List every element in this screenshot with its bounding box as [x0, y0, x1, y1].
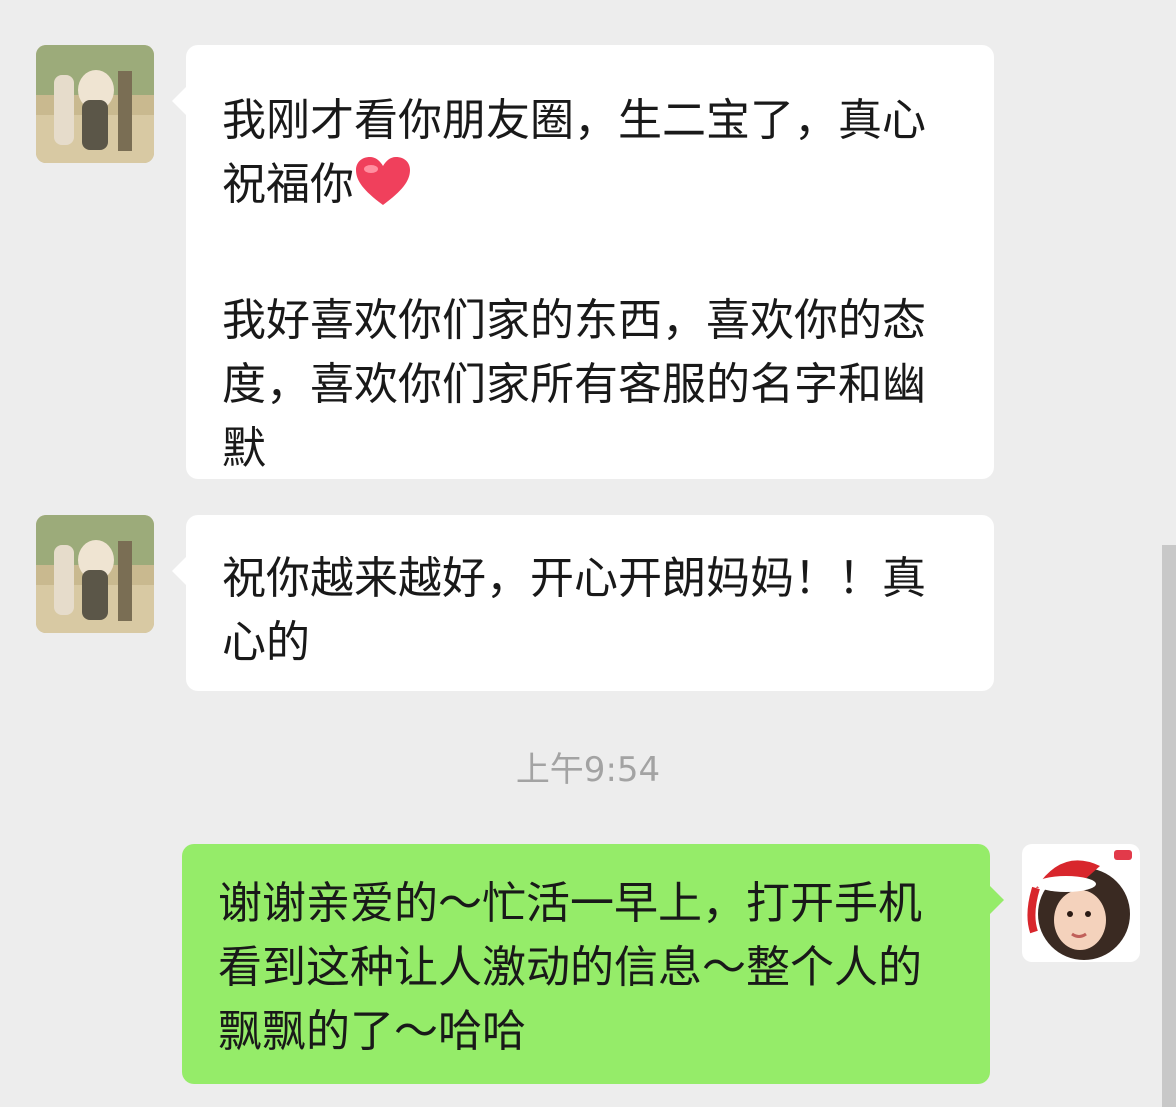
red-heart-emoji-icon: [354, 155, 412, 225]
message-bubble-incoming[interactable]: 我刚才看你朋友圈，生二宝了，真心祝福你 我好喜欢你们家的东西，喜欢你的态度，喜欢…: [172, 45, 994, 479]
user-avatar[interactable]: [1022, 844, 1140, 962]
contact-avatar[interactable]: [36, 515, 154, 633]
message-text: 我刚才看你朋友圈，生二宝了，真心祝福你: [222, 95, 926, 210]
santa-hat-girl-avatar-icon: [1022, 844, 1140, 962]
contact-avatar[interactable]: [36, 45, 154, 163]
message-text: 祝你越来越好，开心开朗妈妈！！真心的: [222, 553, 926, 668]
message-timestamp: 上午9:54: [515, 750, 661, 790]
message-text-paragraph-2: 我好喜欢你们家的东西，喜欢你的态度，喜欢你们家所有客服的名字和幽默: [222, 295, 926, 474]
contact-photo-icon: [36, 515, 154, 633]
message-bubble-outgoing[interactable]: 谢谢亲爱的～忙活一早上，打开手机看到这种让人激动的信息～整个人的飘飘的了～哈哈: [182, 844, 1004, 1084]
message-bubble-incoming[interactable]: 祝你越来越好，开心开朗妈妈！！真心的: [172, 515, 994, 691]
scrollbar[interactable]: [1162, 545, 1176, 1107]
message-text: 谢谢亲爱的～忙活一早上，打开手机看到这种让人激动的信息～整个人的飘飘的了～哈哈: [218, 878, 922, 1057]
contact-photo-icon: [36, 45, 154, 163]
